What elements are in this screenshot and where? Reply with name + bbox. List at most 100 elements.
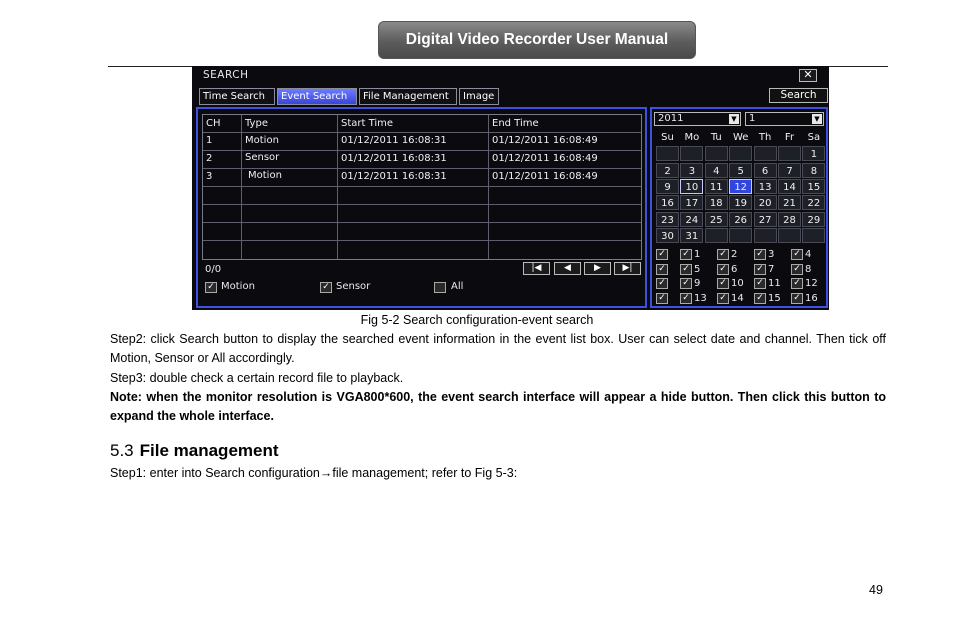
calendar-day-31[interactable]: 31 [680,227,704,243]
motion-label: Motion [221,281,255,292]
calendar-day-17[interactable]: 17 [680,195,704,211]
last-page-button[interactable]: ▶| [614,262,641,275]
weekday-we: We [732,132,749,143]
motion-checkbox[interactable]: ✓ [205,282,217,293]
calendar-day-18[interactable]: 18 [704,195,728,211]
calendar-day-29[interactable]: 29 [802,211,826,227]
channel-label: 7 [768,263,775,275]
all-label: All [451,281,464,292]
calendar-empty-cell [753,227,777,243]
calendar-day-26[interactable]: 26 [729,211,753,227]
row-1-start[interactable]: 01/12/2011 16:08:31 [341,135,447,146]
check-icon: ✓ [656,292,668,304]
event-list-panel: CH Type Start Time End Time 1 Motion 01/… [196,107,647,308]
calendar-day-4[interactable]: 4 [704,162,728,178]
figure-caption: Fig 5-2 Search configuration-event searc… [360,313,594,327]
manual-header-title: Digital Video Recorder User Manual [378,21,696,59]
calendar-day-19[interactable]: 19 [729,195,753,211]
row-2-type[interactable]: Sensor [245,152,279,163]
header-end-time: End Time [492,118,539,129]
event-table[interactable]: CH Type Start Time End Time 1 Motion 01/… [202,114,642,260]
calendar-day-20[interactable]: 20 [753,195,777,211]
calendar-day-28[interactable]: 28 [778,211,801,227]
channel-label: 5 [694,263,701,275]
row-2-ch[interactable]: 2 [206,153,212,164]
row-2-end[interactable]: 01/12/2011 16:08:49 [492,153,598,164]
all-checkbox[interactable] [434,282,446,293]
calendar-day-3[interactable]: 3 [680,162,704,178]
channel-label: 2 [731,249,738,260]
row-1-type[interactable]: Motion [245,135,279,146]
check-icon: ✓ [754,278,766,290]
calendar-day-15[interactable]: 15 [802,178,826,194]
calendar-day-25[interactable]: 25 [704,211,728,227]
calendar-day-2[interactable]: 2 [656,162,679,178]
calendar-empty-cell [778,146,801,162]
row-2-start[interactable]: 01/12/2011 16:08:31 [341,153,447,164]
check-icon: ✓ [791,249,803,260]
calendar-day-10[interactable]: 10 [680,178,704,194]
year-select[interactable]: 2011 ▼ [654,112,741,126]
page-number: 49 [869,583,883,597]
channel-label: 13 [694,292,707,304]
section-heading: 5.3 File management [110,441,279,461]
calendar-empty-cell [753,146,777,162]
calendar-day-16[interactable]: 16 [656,195,679,211]
calendar-day-24[interactable]: 24 [680,211,704,227]
month-value: 1 [749,113,756,124]
weekday-fr: Fr [784,132,795,143]
month-select[interactable]: 1 ▼ [745,112,824,126]
section-title: File management [139,441,279,460]
sensor-checkbox[interactable]: ✓ [320,282,332,293]
prev-page-button[interactable]: ◀ [554,262,581,275]
calendar-day-11[interactable]: 11 [704,178,728,194]
row-3-end[interactable]: 01/12/2011 16:08:49 [492,171,598,182]
note-text: Note: when the monitor resolution is VGA… [110,390,886,423]
calendar-empty-cell [656,146,679,162]
check-icon: ✓ [656,249,668,260]
row-3-ch[interactable]: 3 [206,171,212,182]
calendar-day-23[interactable]: 23 [656,211,679,227]
first-page-button[interactable]: |◀ [523,262,550,275]
search-button[interactable]: Search [769,88,828,103]
step1-text: Step1: enter into Search configuration→f… [110,466,518,480]
calendar-day-27[interactable]: 27 [753,211,777,227]
calendar-day-7[interactable]: 7 [778,162,801,178]
tab-event-search[interactable]: Event Search [277,88,357,105]
next-page-button[interactable]: ▶ [584,262,611,275]
row-1-end[interactable]: 01/12/2011 16:08:49 [492,135,598,146]
row-3-type[interactable]: Motion [248,170,282,181]
check-icon: ✓ [754,249,766,260]
close-button[interactable]: ✕ [799,69,817,82]
tab-file-management[interactable]: File Management [359,88,457,105]
weekday-tu: Tu [710,132,722,143]
check-icon: ✓ [791,278,803,290]
chevron-down-icon[interactable]: ▼ [729,114,739,124]
calendar-day-21[interactable]: 21 [778,195,801,211]
calendar-day-9[interactable]: 9 [656,178,679,194]
row-3-start[interactable]: 01/12/2011 16:08:31 [341,171,447,182]
calendar-panel: 2011 ▼ 1 ▼ Su Mo Tu We Th Fr Sa 1 2 3 4 5 6 7 8 9 10 11 12… [650,107,828,308]
calendar-day-6[interactable]: 6 [753,162,777,178]
calendar-day-13[interactable]: 13 [753,178,777,194]
calendar-day-30[interactable]: 30 [656,227,679,243]
chevron-down-icon[interactable]: ▼ [812,114,822,124]
section-number: 5.3 [110,441,134,460]
tab-time-search[interactable]: Time Search [199,88,275,105]
calendar-day-5[interactable]: 5 [729,162,753,178]
channel-label: 16 [805,292,818,304]
calendar-day-1[interactable]: 1 [802,146,826,162]
tab-image[interactable]: Image [459,88,499,105]
weekday-th: Th [758,132,772,143]
calendar-empty-cell [704,227,728,243]
check-icon: ✓ [656,278,668,290]
channel-label: 10 [731,278,744,290]
result-count: 0/0 [205,264,222,275]
calendar-empty-cell [778,227,801,243]
row-1-ch[interactable]: 1 [206,135,212,146]
calendar-day-22[interactable]: 22 [802,195,826,211]
channel-label: 15 [768,292,781,304]
calendar-day-14[interactable]: 14 [778,178,801,194]
calendar-day-12[interactable]: 12 [729,178,753,194]
calendar-day-8[interactable]: 8 [802,162,826,178]
